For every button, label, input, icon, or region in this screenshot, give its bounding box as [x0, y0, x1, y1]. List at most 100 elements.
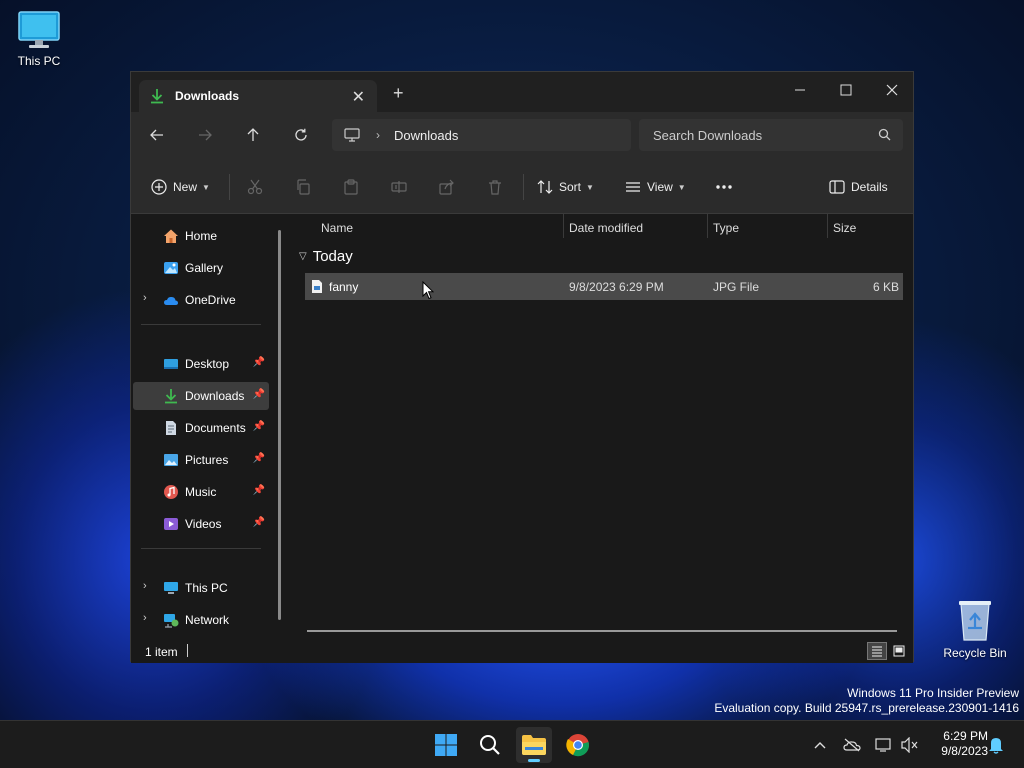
chevron-right-icon[interactable]: ›	[143, 292, 147, 304]
show-hidden-icons-button[interactable]	[810, 735, 830, 755]
arrow-left-icon	[150, 129, 163, 141]
more-options-button[interactable]	[715, 176, 733, 198]
sidebar-item-videos[interactable]: Videos 📌	[133, 510, 269, 538]
desktop-icon-this-pc[interactable]: This PC	[1, 10, 77, 68]
forward-button[interactable]	[193, 124, 217, 146]
rename-button[interactable]	[391, 176, 407, 198]
tiles-view-icon	[893, 645, 905, 657]
refresh-button[interactable]	[289, 124, 313, 146]
chrome-taskbar-button[interactable]	[560, 727, 596, 763]
desktop-icon-recycle-bin[interactable]: Recycle Bin	[937, 598, 1013, 660]
sidebar-item-label: Videos	[185, 517, 222, 531]
minimize-button[interactable]	[777, 76, 823, 104]
column-label: Date modified	[569, 221, 644, 235]
new-button[interactable]: New ▼	[151, 176, 210, 198]
pin-icon[interactable]: 📌	[253, 453, 265, 464]
tiles-view-button[interactable]	[889, 642, 909, 660]
paste-button[interactable]	[343, 176, 359, 198]
tab-downloads[interactable]: Downloads ✕	[139, 80, 377, 112]
command-divider	[523, 174, 524, 200]
pin-icon[interactable]: 📌	[253, 357, 265, 368]
sidebar-item-music[interactable]: Music 📌	[133, 478, 269, 506]
view-button[interactable]: View ▼	[625, 176, 686, 198]
maximize-icon	[840, 84, 852, 96]
system-clock[interactable]: 6:29 PM 9/8/2023	[928, 729, 988, 759]
sort-label: Sort	[559, 180, 582, 194]
active-indicator	[528, 759, 540, 762]
view-list-icon	[626, 182, 640, 192]
sidebar-item-onedrive[interactable]: › OneDrive	[133, 286, 269, 314]
sidebar-item-downloads[interactable]: Downloads 📌	[133, 382, 269, 410]
sidebar-item-gallery[interactable]: Gallery	[133, 254, 269, 282]
share-button[interactable]	[439, 176, 455, 198]
close-tab-icon[interactable]: ✕	[352, 87, 365, 107]
status-divider	[187, 644, 188, 657]
file-name[interactable]: fanny	[329, 280, 358, 294]
column-header-type[interactable]: Type	[713, 214, 739, 242]
column-divider[interactable]	[563, 214, 564, 238]
sort-button[interactable]: Sort ▼	[537, 176, 594, 198]
item-count: 1 item	[145, 645, 178, 659]
chevron-down-icon: ▽	[299, 251, 307, 262]
copy-button[interactable]	[295, 176, 311, 198]
new-tab-button[interactable]: +	[393, 83, 404, 104]
sidebar-item-label: This PC	[185, 581, 228, 595]
picture-icon	[164, 454, 178, 466]
breadcrumb-downloads[interactable]: Downloads	[394, 128, 458, 143]
column-divider[interactable]	[827, 214, 828, 238]
sidebar-item-this-pc[interactable]: › This PC	[133, 574, 269, 602]
details-pane-button[interactable]: Details	[829, 176, 888, 198]
sidebar-item-home[interactable]: Home	[133, 222, 269, 250]
search-input[interactable]: Search Downloads	[639, 119, 903, 151]
details-pane-icon	[829, 180, 845, 194]
sidebar-item-network[interactable]: › Network	[133, 606, 269, 634]
sidebar-item-desktop[interactable]: Desktop 📌	[133, 350, 269, 378]
delete-button[interactable]	[487, 176, 503, 198]
details-view-button[interactable]	[867, 642, 887, 660]
image-file-icon	[312, 280, 322, 293]
column-divider[interactable]	[707, 214, 708, 238]
cloud-off-icon	[843, 738, 861, 752]
column-header-name[interactable]: Name	[321, 214, 353, 242]
group-header-today[interactable]: ▽ Today	[299, 248, 353, 265]
pin-icon[interactable]: 📌	[253, 517, 265, 528]
up-button[interactable]	[241, 124, 265, 146]
maximize-button[interactable]	[823, 76, 869, 104]
back-button[interactable]	[145, 124, 169, 146]
clock-date: 9/8/2023	[941, 744, 988, 758]
sidebar-item-label: Network	[185, 613, 230, 627]
chevron-right-icon[interactable]: ›	[143, 612, 147, 624]
pin-icon[interactable]: 📌	[253, 389, 265, 400]
file-explorer-taskbar-button[interactable]	[516, 727, 552, 763]
notifications-button[interactable]	[986, 735, 1006, 755]
close-window-button[interactable]	[869, 76, 915, 104]
search-icon	[480, 735, 500, 755]
column-header-date-modified[interactable]: Date modified	[569, 214, 643, 242]
search-button[interactable]	[472, 727, 508, 763]
video-icon	[164, 518, 178, 530]
chevron-right-icon[interactable]: ›	[376, 128, 380, 142]
pin-icon[interactable]: 📌	[253, 421, 265, 432]
share-icon	[439, 179, 454, 195]
refresh-icon	[295, 128, 307, 141]
watermark-line-2: Evaluation copy. Build 25947.rs_prerelea…	[714, 701, 1019, 715]
chevron-right-icon[interactable]: ›	[143, 580, 147, 592]
onedrive-tray-icon[interactable]	[842, 735, 862, 755]
start-button[interactable]	[428, 727, 464, 763]
sidebar-item-pictures[interactable]: Pictures 📌	[133, 446, 269, 474]
watermark-line-1: Windows 11 Pro Insider Preview	[847, 686, 1019, 700]
address-bar[interactable]: › Downloads	[332, 119, 631, 151]
table-row[interactable]: fanny 9/8/2023 6:29 PM JPG File 6 KB	[305, 273, 903, 300]
bell-icon	[989, 738, 1003, 754]
sidebar-item-documents[interactable]: Documents 📌	[133, 414, 269, 442]
horizontal-scrollbar[interactable]	[307, 630, 897, 632]
network-tray-icon[interactable]	[874, 735, 894, 755]
computer-icon	[164, 582, 178, 594]
cut-button[interactable]	[247, 176, 263, 198]
sidebar-item-label: OneDrive	[185, 293, 236, 307]
sidebar-item-label: Downloads	[185, 389, 245, 403]
nav-scrollbar[interactable]	[278, 230, 281, 620]
pin-icon[interactable]: 📌	[253, 485, 265, 496]
column-header-size[interactable]: Size	[833, 214, 856, 242]
volume-tray-icon[interactable]	[900, 735, 920, 755]
